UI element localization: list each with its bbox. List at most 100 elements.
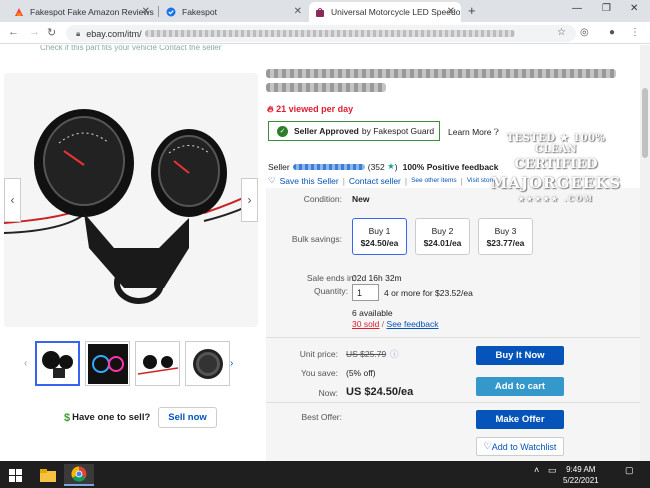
image-next-button[interactable]: ›: [241, 178, 258, 222]
bulk-savings-label: Bulk savings:: [291, 234, 342, 244]
thumbnail-3[interactable]: [135, 341, 180, 386]
close-tab-icon[interactable]: ✕: [447, 6, 455, 17]
unit-price-value: US $25.79: [346, 349, 387, 359]
close-window-icon[interactable]: ✕: [630, 3, 638, 14]
tab-label: Fakespot Fake Amazon Reviews a: [30, 7, 156, 17]
thumbnail-2[interactable]: [85, 341, 130, 386]
browser-toolbar: ← → ↻ 🔒︎ ebay.com/itm/ ☆ ◎ ● ⋮: [0, 22, 650, 44]
you-save-label: You save:: [300, 368, 338, 378]
divider: [266, 402, 640, 403]
divider: [266, 337, 640, 338]
seller-feedback: 100% Positive feedback: [402, 161, 499, 172]
url-blurred: [144, 30, 515, 37]
scrollbar-thumb[interactable]: [642, 88, 648, 158]
viewed-text: 21 viewed per day: [276, 104, 354, 114]
image-prev-button[interactable]: ‹: [4, 178, 21, 222]
sold-link[interactable]: 30 sold: [352, 319, 379, 329]
sell-one-row: $ Have one to sell? Sell now: [64, 407, 217, 428]
bulk-price: $23.77/ea: [486, 238, 525, 248]
dollar-icon: $: [64, 411, 71, 424]
fakespot-favicon-icon: [14, 7, 24, 17]
windows-taskbar: ˄ ▭ 9:49 AM 5/22/2021 ▢: [0, 461, 650, 488]
notification-icon[interactable]: ▢: [625, 465, 634, 476]
tab-label: Fakespot: [182, 7, 217, 17]
bulk-option-2[interactable]: Buy 2 $24.01/ea: [415, 218, 470, 255]
restore-icon[interactable]: ❐: [602, 3, 611, 14]
address-bar[interactable]: 🔒︎ ebay.com/itm/: [66, 25, 576, 42]
chrome-taskbar-icon[interactable]: [64, 464, 94, 486]
see-other-items-link[interactable]: See other items: [411, 177, 457, 184]
network-icon[interactable]: ▭: [548, 465, 557, 476]
seller-score-open: (352: [367, 161, 385, 172]
sell-now-button[interactable]: Sell now: [158, 407, 217, 428]
seller-star-icon: ★: [387, 161, 395, 171]
tab-ebay-motorcycle[interactable]: Universal Motorcycle LED Speedo ✕: [309, 2, 461, 22]
minimize-icon[interactable]: —: [572, 3, 582, 14]
taskbar-clock[interactable]: 9:49 AM 5/22/2021: [563, 464, 599, 486]
bulk-qty: Buy 1: [368, 226, 391, 236]
url-text: ebay.com/itm/: [86, 28, 142, 39]
thumbs-next-icon[interactable]: ›: [230, 358, 233, 369]
seller-links: ♡ Save this Seller | Contact seller | Se…: [268, 175, 495, 186]
new-tab-icon[interactable]: +: [468, 3, 476, 18]
lock-icon: 🔒︎: [76, 28, 81, 38]
file-explorer-icon[interactable]: [37, 464, 59, 486]
close-tab-icon[interactable]: ✕: [142, 6, 150, 17]
bulk-price: $24.01/ea: [423, 238, 462, 248]
contact-seller-link[interactable]: Contact seller: [349, 176, 401, 186]
watermark-line1: TESTED ★ 100% CLEAN: [506, 133, 606, 155]
now-price: US $24.50/ea: [346, 386, 414, 398]
buy-it-now-button[interactable]: Buy It Now: [476, 346, 564, 365]
tab-label: Universal Motorcycle LED Speedo: [331, 7, 461, 17]
tab-separator: [158, 6, 159, 17]
see-feedback-link[interactable]: See feedback: [387, 319, 439, 329]
back-icon[interactable]: ←: [8, 26, 19, 38]
seller-info: Seller (352 ★) 100% Positive feedback: [268, 161, 499, 172]
profile-icon[interactable]: ●: [609, 27, 615, 38]
link-separator: |: [404, 175, 408, 186]
watermark-line4: ★★★★★ .COM: [518, 194, 594, 203]
bulk-option-3[interactable]: Buy 3 $23.77/ea: [478, 218, 533, 255]
product-image[interactable]: [4, 73, 258, 327]
chevron-right-icon: ›: [247, 193, 252, 207]
quantity-offer: 4 or more for $23.52/ea: [384, 288, 473, 298]
thumbs-prev-icon[interactable]: ‹: [24, 358, 27, 369]
sold-row: 30 sold / See feedback: [352, 319, 439, 329]
now-label: Now:: [318, 388, 338, 398]
watermark-line2: CERTIFIED: [514, 157, 598, 172]
bookmark-star-icon[interactable]: ☆: [557, 27, 566, 38]
bulk-price: $24.50/ea: [360, 238, 399, 248]
info-icon[interactable]: ⓘ: [390, 348, 399, 360]
reload-icon[interactable]: ↻: [47, 26, 56, 39]
seller-name-blurred[interactable]: [292, 163, 365, 170]
available-count: 6 available: [352, 308, 393, 318]
tab-fakespot-reviews[interactable]: Fakespot Fake Amazon Reviews a ✕: [8, 2, 156, 22]
bulk-option-1[interactable]: Buy 1 $24.50/ea: [352, 218, 407, 255]
thumbnail-1[interactable]: [35, 341, 80, 386]
close-tab-icon[interactable]: ✕: [294, 6, 302, 17]
quantity-input[interactable]: 1: [352, 284, 379, 301]
heart-icon: ♡: [268, 175, 276, 185]
watermark-line3: MAJORGEEKS: [490, 174, 622, 192]
learn-more-text: Learn More: [448, 127, 492, 137]
windows-start-icon[interactable]: [4, 464, 26, 486]
fakespot-guard-badge[interactable]: ✓ Seller Approved by Fakespot Guard: [268, 121, 440, 141]
thumbnail-4[interactable]: [185, 341, 230, 386]
watchlist-label: Add to Watchlist: [491, 441, 557, 452]
extension-icon[interactable]: ◎: [580, 27, 589, 38]
menu-icon[interactable]: ⋮: [630, 27, 640, 38]
tab-fakespot[interactable]: Fakespot ✕: [160, 2, 308, 22]
chevron-left-icon: ‹: [10, 193, 15, 207]
seller-score-close: ): [394, 161, 398, 172]
add-to-watchlist-button[interactable]: ♡ Add to Watchlist: [476, 437, 564, 456]
save-seller-link[interactable]: Save this Seller: [280, 176, 339, 186]
condition-value: New: [352, 194, 370, 204]
flame-icon: 🔥︎: [267, 104, 274, 114]
heart-icon: ♡: [483, 441, 492, 451]
tray-chevron-icon[interactable]: ˄: [534, 465, 539, 475]
add-to-cart-button[interactable]: Add to cart: [476, 377, 564, 396]
make-offer-button[interactable]: Make Offer: [476, 410, 564, 429]
tab-strip: Fakespot Fake Amazon Reviews a ✕ Fakespo…: [0, 0, 650, 22]
majorgeeks-watermark: TESTED ★ 100% CLEAN CERTIFIED MAJORGEEKS…: [488, 133, 624, 205]
forward-icon[interactable]: →: [29, 26, 40, 38]
